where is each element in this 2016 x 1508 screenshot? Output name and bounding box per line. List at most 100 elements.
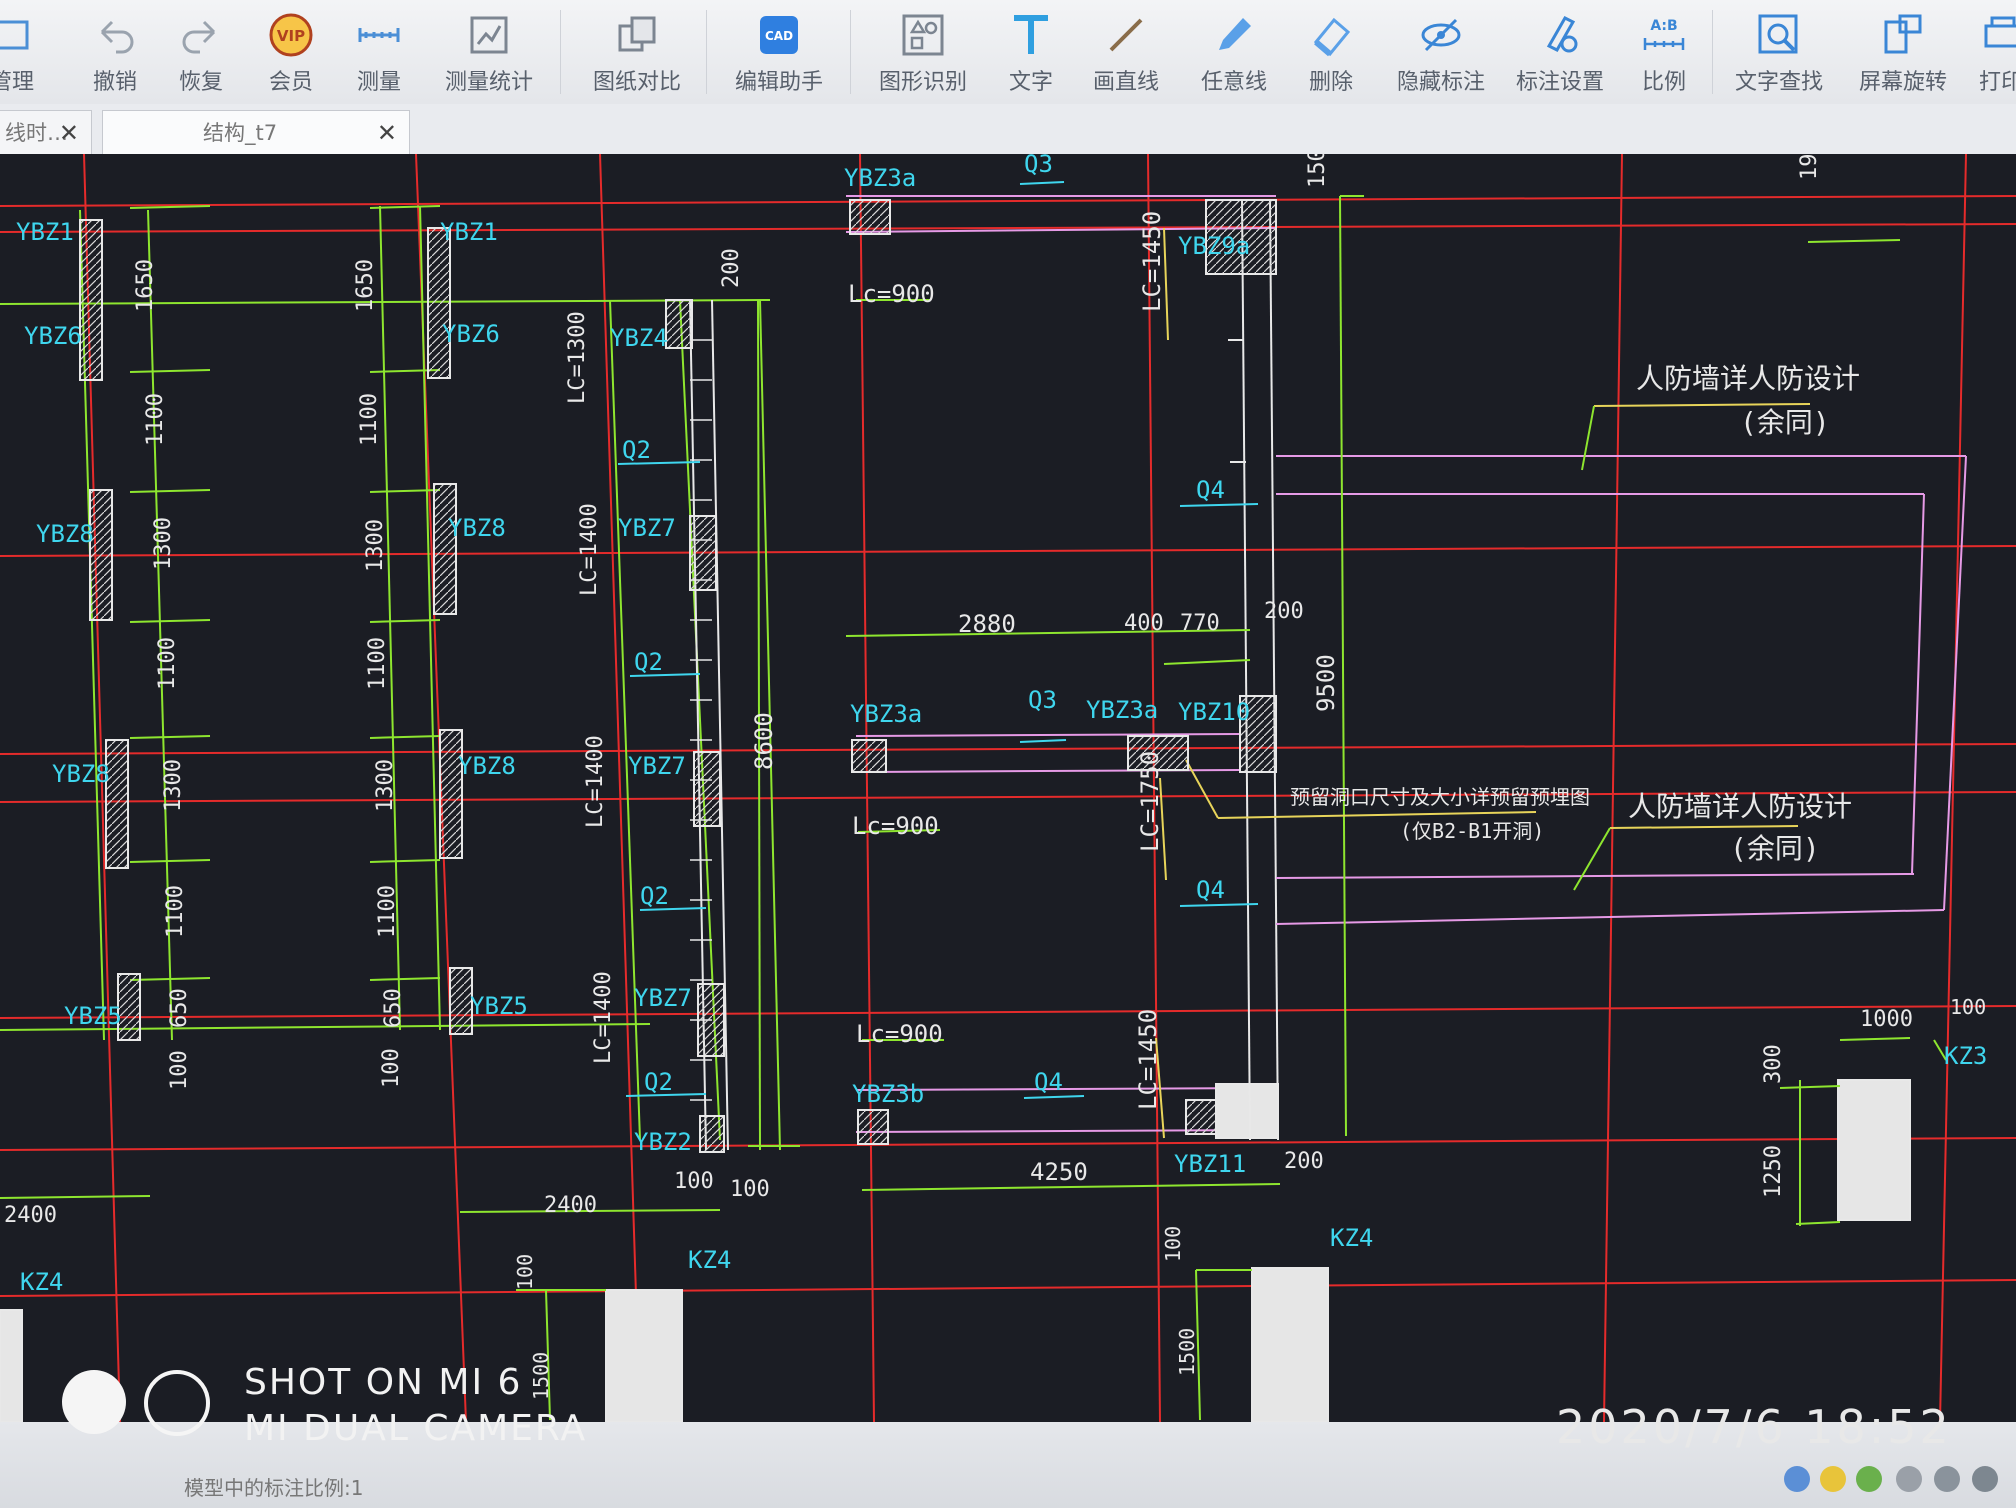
- camera-watermark-line1: SHOT ON MI 6: [244, 1362, 523, 1403]
- drawing-annotation: YBZ3a: [1086, 696, 1158, 724]
- cad-badge-text: CAD: [765, 29, 793, 43]
- canvas-background: [0, 154, 2016, 1422]
- toolbar-redo-button[interactable]: 恢复: [166, 6, 236, 98]
- drawing-annotation: 1100: [143, 393, 168, 446]
- vip-badge-text: VIP: [277, 27, 305, 45]
- toolbar-vip-button[interactable]: VIP 会员: [256, 6, 326, 98]
- toolbar-manage-button[interactable]: 管理: [0, 6, 44, 98]
- drawing-annotation: 9500: [1312, 654, 1340, 712]
- toolbar-compare-button[interactable]: 图纸对比: [582, 6, 692, 98]
- column-kz4: [1251, 1267, 1329, 1422]
- shield-icon[interactable]: [1784, 1466, 1810, 1492]
- drawing-annotation: Q2: [622, 436, 651, 464]
- drawing-annotation: YBZ5: [470, 992, 528, 1020]
- column-hatch: [1185, 1099, 1217, 1135]
- manage-icon: [0, 20, 29, 50]
- drawing-annotation: YBZ9a: [1178, 232, 1250, 260]
- drawing-annotation: 100: [730, 1177, 770, 1202]
- drawing-annotation: YBZ2: [634, 1128, 692, 1156]
- column-kz4: [605, 1289, 683, 1422]
- camera-logo-dot: [62, 1370, 126, 1434]
- toolbar-separator: [560, 10, 561, 94]
- toolbar-measure-button[interactable]: 测量: [344, 6, 414, 98]
- tab-bar: 线时… ✕ 结构_t7 ✕: [0, 104, 2016, 156]
- drawing-annotation: 770: [1180, 611, 1220, 636]
- drawing-annotation: 2400: [544, 1193, 597, 1218]
- toolbar-scale-button[interactable]: A:B 比例: [1626, 6, 1702, 98]
- toolbar-line-button[interactable]: 画直线: [1084, 6, 1168, 98]
- column-hatch: [665, 299, 693, 349]
- toolbar-shape-recognition-button[interactable]: 图形识别: [868, 6, 978, 98]
- measure-icon: [358, 28, 400, 42]
- drawing-annotation: 200: [1264, 599, 1304, 624]
- drawing-annotation: YBZ6: [442, 320, 500, 348]
- measure-stats-icon: [470, 16, 508, 54]
- drawing-annotation: YBZ7: [628, 752, 686, 780]
- drawing-annotation: YBZ5: [64, 1002, 122, 1030]
- tab-structure-t7[interactable]: 结构_t7 ✕: [102, 110, 410, 155]
- drawing-annotation: KZ4: [688, 1246, 731, 1274]
- toolbar-text-button[interactable]: 文字: [996, 6, 1066, 98]
- drawing-annotation: YBZ3b: [852, 1080, 924, 1108]
- toolbar-text-search-button[interactable]: 文字查找: [1726, 6, 1832, 98]
- column-hatch: [699, 1115, 725, 1153]
- photo-datestamp: 2020/7/6 18:52: [1556, 1400, 1952, 1454]
- toolbar-separator: [850, 10, 851, 94]
- drawing-annotation: Q4: [1034, 1068, 1063, 1096]
- drawing-annotation: 650: [167, 988, 192, 1028]
- drawing-annotation: 100: [379, 1048, 404, 1088]
- line-icon: [1109, 18, 1143, 52]
- drawing-annotation: 人防墙详人防设计: [1628, 790, 1852, 823]
- drawing-annotation: 1650: [353, 259, 378, 312]
- wall-opening: [1215, 1083, 1279, 1139]
- network-icon[interactable]: [1820, 1466, 1846, 1492]
- column-kz3: [1837, 1079, 1911, 1221]
- column-hatch: [433, 483, 457, 615]
- drawing-annotation: 400: [1124, 611, 1164, 636]
- toolbar-cad-assistant-button[interactable]: CAD 编辑助手: [724, 6, 834, 98]
- drawing-annotation: YBZ8: [52, 760, 110, 788]
- column-hatch: [439, 729, 463, 859]
- scale-icon: A:B: [1643, 18, 1685, 50]
- drawing-annotation: 300: [1761, 1044, 1786, 1084]
- close-icon[interactable]: ✕: [59, 111, 79, 155]
- toolbar-print-button[interactable]: 打印: [1966, 6, 2016, 98]
- drawing-annotation: 人防墙详人防设计: [1636, 362, 1860, 395]
- hide-annotation-icon: [1421, 18, 1461, 52]
- column-hatch: [79, 219, 103, 381]
- toolbar-measure-stats-button[interactable]: 测量统计: [434, 6, 544, 98]
- camera-logo-ring: [144, 1370, 210, 1436]
- cad-drawing-canvas[interactable]: YBZ1 YBZ6 YBZ8 YBZ8 YBZ5 1650 1100 1300 1100 1300…: [0, 154, 2016, 1422]
- text-search-icon: [1758, 14, 1798, 54]
- rotate-screen-icon: [1884, 14, 1922, 54]
- drawing-annotation: 8600: [750, 712, 778, 770]
- drawing-annotation: 1300: [151, 517, 176, 570]
- drawing-annotation: 预留洞口尺寸及大小详预留预埋图: [1290, 785, 1590, 809]
- close-icon[interactable]: ✕: [377, 111, 397, 155]
- toolbar-delete-button[interactable]: 删除: [1296, 6, 1366, 98]
- shape-recognition-icon: [902, 14, 944, 56]
- toolbar-undo-button[interactable]: 撤销: [80, 6, 150, 98]
- toolbar-annotation-settings-button[interactable]: 标注设置: [1510, 6, 1610, 98]
- drawing-annotation: YBZ3a: [850, 700, 922, 728]
- column-kz4: [0, 1309, 23, 1422]
- drawing-annotation: LC=1450: [1134, 1009, 1162, 1110]
- drawing-annotation: 200: [1284, 1149, 1324, 1174]
- toolbar-hide-annotation-button[interactable]: 隐藏标注: [1386, 6, 1496, 98]
- column-hatch: [857, 1109, 889, 1145]
- eraser-icon: [1313, 17, 1351, 57]
- globe-icon[interactable]: [1934, 1466, 1960, 1492]
- volume-icon[interactable]: [1972, 1466, 1998, 1492]
- keyboard-icon[interactable]: [1896, 1466, 1922, 1492]
- drawing-annotation: 2880: [958, 610, 1016, 638]
- toolbar-freehand-button[interactable]: 任意线: [1192, 6, 1276, 98]
- toolbar-rotate-screen-button[interactable]: 屏幕旋转: [1850, 6, 1956, 98]
- battery-icon[interactable]: [1856, 1466, 1882, 1492]
- tab-previous[interactable]: 线时… ✕: [0, 110, 92, 155]
- drawing-annotation: KZ4: [20, 1268, 63, 1296]
- drawing-annotation: 650: [381, 988, 406, 1028]
- drawing-annotation: 1000: [1860, 1007, 1913, 1032]
- freehand-icon: [1219, 18, 1251, 50]
- drawing-annotation: 1500: [1175, 1328, 1199, 1376]
- drawing-annotation: KZ4: [1330, 1224, 1373, 1252]
